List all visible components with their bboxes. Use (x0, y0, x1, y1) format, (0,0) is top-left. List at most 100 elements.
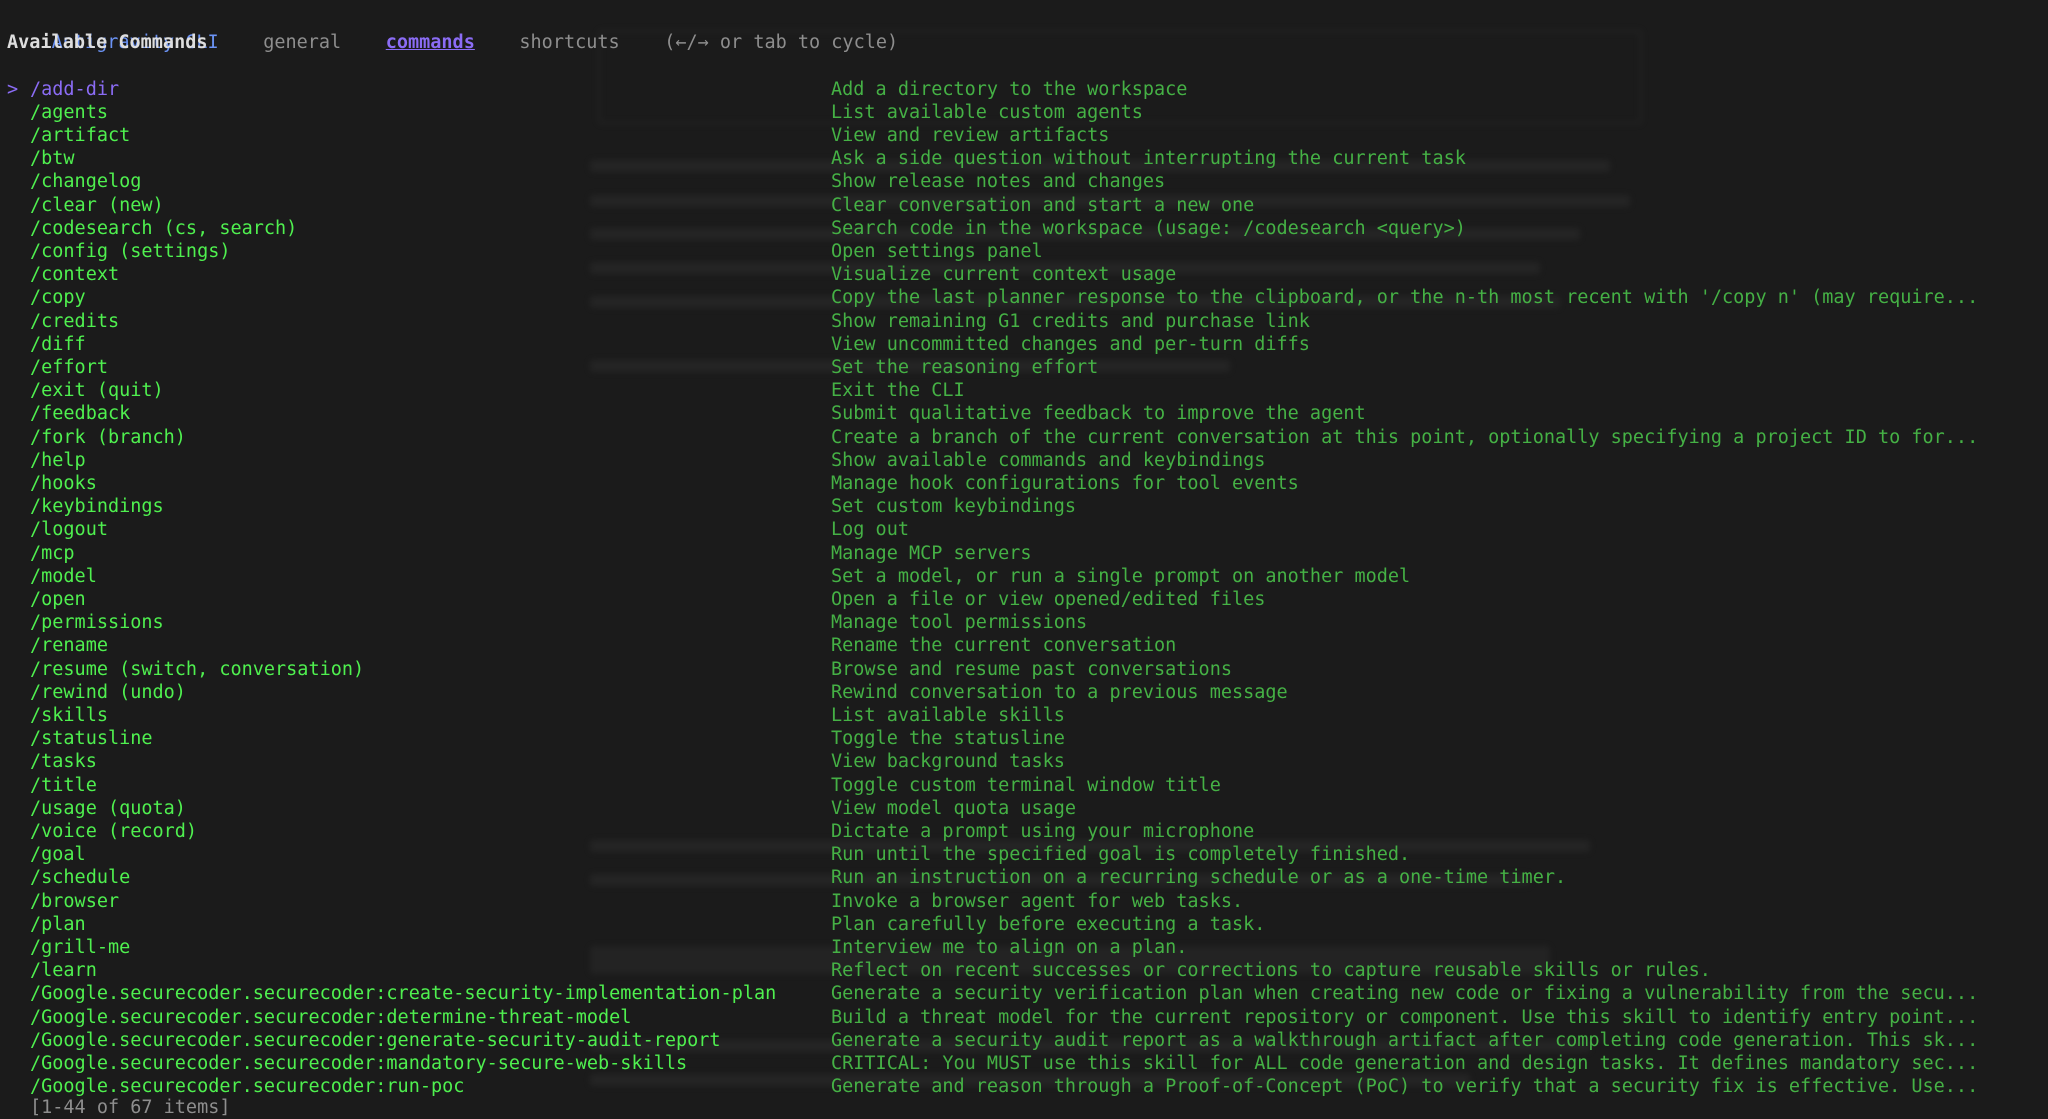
command-name: /Google.securecoder.securecoder:create-s… (30, 983, 777, 1005)
command-row[interactable]: /rename Rename the current conversation (0, 634, 2048, 657)
command-row[interactable]: /Google.securecoder.securecoder:generate… (0, 1029, 2048, 1052)
command-description: Show remaining G1 credits and purchase l… (831, 310, 1310, 332)
command-name: /skills (30, 704, 108, 726)
command-row[interactable]: /plan Plan carefully before executing a t… (0, 913, 2048, 936)
command-description: Run until the specified goal is complete… (831, 844, 1411, 866)
command-name: /Google.securecoder.securecoder:run-poc (30, 1076, 465, 1098)
command-name: /learn (30, 960, 97, 982)
command-description: Run an instruction on a recurring schedu… (831, 867, 1567, 889)
command-row[interactable]: /context Visualize current context usage (0, 263, 2048, 286)
command-name: /copy (30, 287, 86, 309)
command-row[interactable]: /rewind (undo) Rewind conversation to a p… (0, 681, 2048, 704)
command-description: Toggle the statusline (831, 728, 1065, 750)
command-row[interactable]: /copy Copy the last planner response to t… (0, 286, 2048, 309)
command-row[interactable]: /learn Reflect on recent successes or cor… (0, 959, 2048, 982)
command-description: Clear conversation and start a new one (831, 194, 1255, 216)
command-row[interactable]: /credits Show remaining G1 credits and pu… (0, 310, 2048, 333)
command-row[interactable]: /voice (record) Dictate a prompt using yo… (0, 820, 2048, 843)
command-description: Copy the last planner response to the cl… (831, 287, 1979, 309)
command-name: /statusline (30, 728, 153, 750)
command-name: /goal (30, 844, 86, 866)
command-row[interactable]: /grill-me Interview me to align on a plan… (0, 936, 2048, 959)
command-name: /browser (30, 890, 120, 912)
command-row[interactable]: /Google.securecoder.securecoder:create-s… (0, 982, 2048, 1005)
command-row[interactable]: /schedule Run an instruction on a recurri… (0, 866, 2048, 889)
command-name: /add-dir (30, 78, 120, 100)
command-row[interactable]: /open Open a file or view opened/edited f… (0, 588, 2048, 611)
command-row[interactable]: /Google.securecoder.securecoder:run-poc G… (0, 1075, 2048, 1098)
command-row[interactable]: /effort Set the reasoning effort (0, 356, 2048, 379)
command-row[interactable]: /skills List available skills (0, 704, 2048, 727)
command-row[interactable]: /resume (switch, conversation) Browse and… (0, 658, 2048, 681)
command-name: /plan (30, 913, 86, 935)
command-description: Interview me to align on a plan. (831, 936, 1188, 958)
command-row[interactable]: /feedback Submit qualitative feedback to … (0, 402, 2048, 425)
command-row[interactable]: /permissions Manage tool permissions (0, 611, 2048, 634)
cycle-hint: (←/→ or tab to cycle) (664, 32, 899, 54)
command-name: /tasks (30, 751, 97, 773)
tab-commands[interactable]: commands (386, 32, 475, 53)
command-row[interactable]: /statusline Toggle the statusline (0, 727, 2048, 750)
command-description: Plan carefully before executing a task. (831, 913, 1266, 935)
command-row[interactable]: /browser Invoke a browser agent for web t… (0, 890, 2048, 913)
command-row[interactable]: /diff View uncommitted changes and per-tu… (0, 333, 2048, 356)
command-row[interactable]: /keybindings Set custom keybindings (0, 495, 2048, 518)
command-row[interactable]: /exit (quit) Exit the CLI (0, 379, 2048, 402)
command-row[interactable]: /agents List available custom agents (0, 101, 2048, 124)
command-name: /feedback (30, 403, 131, 425)
command-description: Rename the current conversation (831, 635, 1177, 657)
tab-general[interactable]: general (263, 32, 341, 53)
command-description: Dictate a prompt using your microphone (831, 820, 1255, 842)
command-row[interactable]: /Google.securecoder.securecoder:determin… (0, 1006, 2048, 1029)
command-description: Manage MCP servers (831, 542, 1032, 564)
command-description: List available custom agents (831, 101, 1143, 123)
command-name: /changelog (30, 171, 142, 193)
command-description: Open a file or view opened/edited files (831, 588, 1266, 610)
command-name: /config (settings) (30, 240, 231, 262)
command-name: /mcp (30, 542, 75, 564)
command-name: /voice (record) (30, 820, 198, 842)
selection-cursor-icon: > (7, 78, 19, 100)
command-row[interactable]: /artifact View and review artifacts (0, 124, 2048, 147)
command-description: Log out (831, 519, 909, 541)
command-row[interactable]: /changelog Show release notes and changes (0, 170, 2048, 193)
command-row[interactable]: /logout Log out (0, 518, 2048, 541)
command-row[interactable]: /hooks Manage hook configurations for too… (0, 472, 2048, 495)
command-name: /schedule (30, 867, 131, 889)
command-row[interactable]: /tasks View background tasks (0, 750, 2048, 773)
command-description: Search code in the workspace (usage: /co… (831, 217, 1466, 239)
command-name: /model (30, 565, 97, 587)
command-name: /effort (30, 356, 108, 378)
command-name: /credits (30, 310, 120, 332)
command-description: Manage tool permissions (831, 612, 1088, 634)
command-row[interactable]: /usage (quota) View model quota usage (0, 797, 2048, 820)
command-row[interactable]: /help Show available commands and keybind… (0, 449, 2048, 472)
command-description: Toggle custom terminal window title (831, 774, 1221, 796)
command-row[interactable]: /fork (branch) Create a branch of the cur… (0, 426, 2048, 449)
command-row[interactable]: /codesearch (cs, search) Search code in t… (0, 217, 2048, 240)
help-header: Antigravity CLI general commands shortcu… (7, 8, 899, 53)
command-row[interactable]: /title Toggle custom terminal window titl… (0, 774, 2048, 797)
command-row[interactable]: /btw Ask a side question without interrup… (0, 147, 2048, 170)
command-description: Rewind conversation to a previous messag… (831, 681, 1288, 703)
command-row[interactable]: /goal Run until the specified goal is com… (0, 843, 2048, 866)
command-name: /artifact (30, 124, 131, 146)
terminal-screen: Antigravity CLI general commands shortcu… (0, 0, 2048, 1119)
command-row[interactable]: /config (settings) Open settings panel (0, 240, 2048, 263)
command-description: Show available commands and keybindings (831, 449, 1266, 471)
command-name: /rewind (undo) (30, 681, 186, 703)
command-name: /codesearch (cs, search) (30, 217, 298, 239)
command-row[interactable]: > /add-dir Add a directory to the workspac… (0, 78, 2048, 101)
command-description: View background tasks (831, 751, 1065, 773)
command-row[interactable]: /clear (new) Clear conversation and start… (0, 194, 2048, 217)
command-name: /logout (30, 519, 108, 541)
tab-shortcuts[interactable]: shortcuts (519, 32, 619, 53)
command-description: Submit qualitative feedback to improve t… (831, 403, 1366, 425)
command-description: Generate a security audit report as a wa… (831, 1029, 1979, 1051)
command-description: Invoke a browser agent for web tasks. (831, 890, 1244, 912)
command-row[interactable]: /mcp Manage MCP servers (0, 542, 2048, 565)
command-row[interactable]: /Google.securecoder.securecoder:mandator… (0, 1052, 2048, 1075)
command-description: Reflect on recent successes or correctio… (831, 960, 1711, 982)
command-row[interactable]: /model Set a model, or run a single promp… (0, 565, 2048, 588)
command-name: /Google.securecoder.securecoder:generate… (30, 1029, 721, 1051)
